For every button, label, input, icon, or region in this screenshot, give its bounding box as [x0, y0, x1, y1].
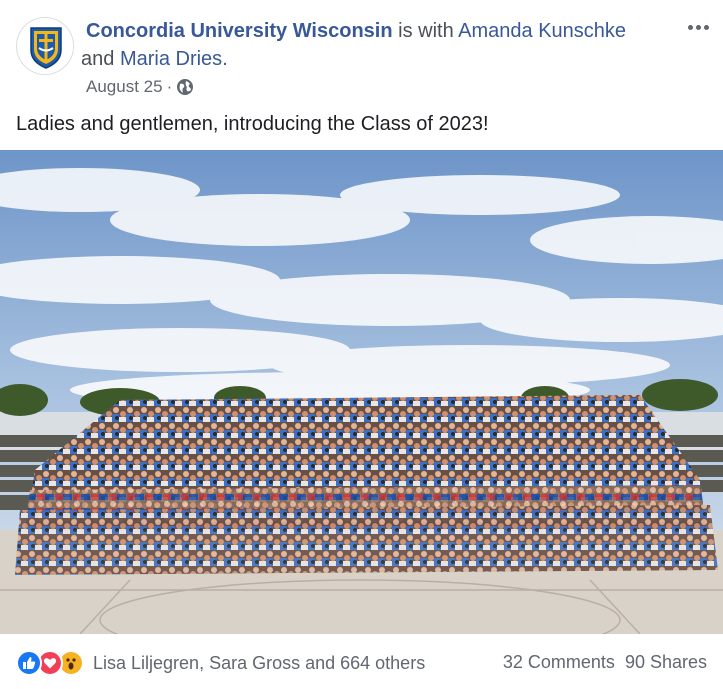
- class-group-photo[interactable]: [0, 150, 723, 634]
- with-text: is with: [392, 20, 459, 42]
- university-logo-icon: [18, 19, 73, 74]
- and-text: and: [81, 48, 120, 70]
- globe-icon[interactable]: [176, 78, 194, 96]
- post-header: Concordia University Wisconsin is with A…: [81, 17, 656, 73]
- more-options-icon[interactable]: [683, 17, 713, 37]
- facebook-post: Concordia University Wisconsin is with A…: [0, 0, 723, 689]
- tagged-user-link[interactable]: Maria Dries: [120, 48, 222, 70]
- post-footer: Lisa Liljegren, Sara Gross and 664 other…: [0, 634, 723, 689]
- meta-separator: ·: [166, 77, 173, 96]
- shares-count-link[interactable]: 90 Shares: [625, 652, 707, 673]
- post-date-link[interactable]: August 25: [86, 77, 163, 97]
- post-caption: Ladies and gentlemen, introducing the Cl…: [16, 113, 489, 135]
- page-name-link[interactable]: Concordia University Wisconsin: [86, 20, 393, 42]
- reactions-text: Lisa Liljegren, Sara Gross and 664 other…: [93, 652, 426, 673]
- page-avatar[interactable]: [16, 17, 74, 75]
- reactions-summary[interactable]: Lisa Liljegren, Sara Gross and 664 other…: [16, 650, 425, 676]
- like-reaction-icon: [16, 650, 42, 676]
- engagement-counts: 32 Comments 90 Shares: [503, 652, 707, 673]
- post-meta: August 25 ·: [86, 77, 194, 97]
- period: .: [222, 48, 228, 70]
- tagged-user-link[interactable]: Amanda Kunschke: [458, 20, 626, 42]
- comments-count-link[interactable]: 32 Comments: [503, 652, 615, 673]
